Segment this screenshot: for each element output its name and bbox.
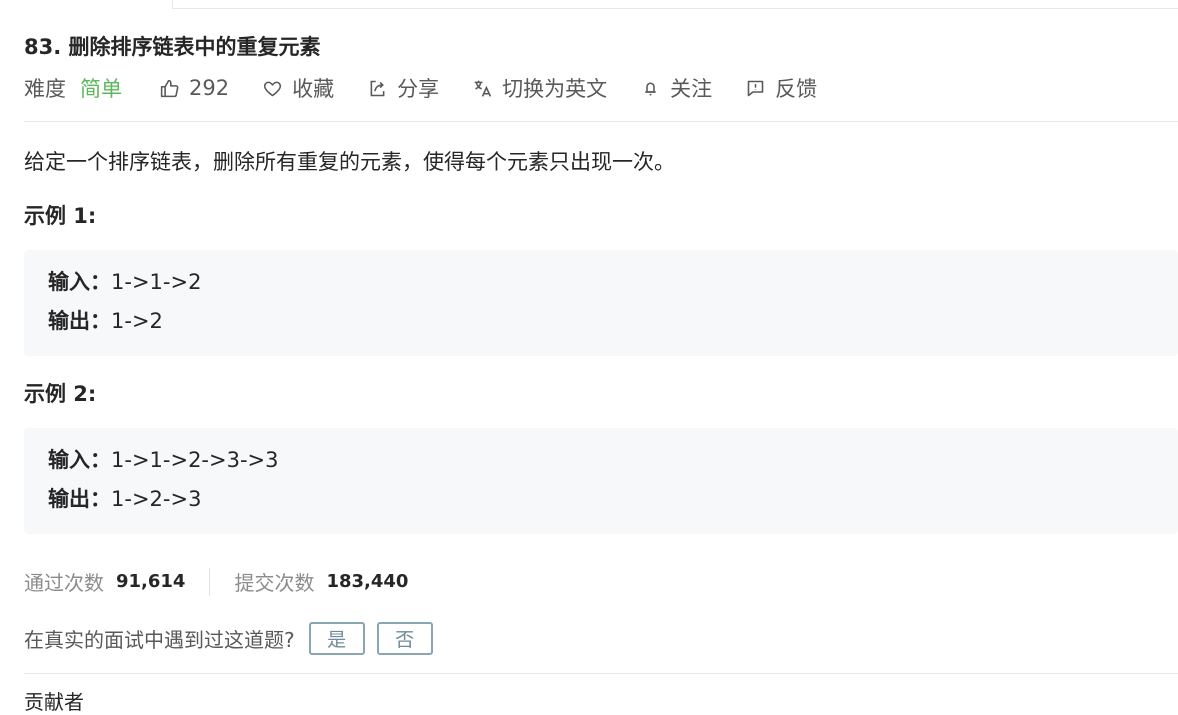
input-label: 输入：	[48, 270, 111, 294]
interview-question-prompt: 在真实的面试中遇到过这道题?	[24, 628, 295, 652]
heart-icon	[264, 81, 282, 96]
interview-question: 在真实的面试中遇到过这道题? 是 否	[24, 622, 433, 655]
feedback-label: 反馈	[775, 77, 818, 101]
difficulty: 难度 简单	[24, 73, 122, 103]
submissions-label: 提交次数	[234, 571, 315, 595]
output-label: 输出：	[48, 309, 111, 333]
example-2-input-line: 输入：1->1->2->3->3	[48, 441, 1154, 480]
header-divider	[24, 121, 1178, 122]
contributors-heading: 贡献者	[24, 690, 84, 714]
example-2-title: 示例 2:	[24, 382, 97, 406]
accepted-label: 通过次数	[24, 571, 104, 595]
no-button[interactable]: 否	[376, 622, 433, 655]
yes-button[interactable]: 是	[308, 622, 365, 655]
problem-meta-bar: 难度 简单 292 收藏 分享 切换为英文 关注 反馈	[24, 72, 850, 104]
footer-divider	[24, 673, 1178, 674]
example-2-output-line: 输出：1->2->3	[48, 480, 1154, 519]
translate-icon	[474, 80, 492, 97]
feedback-button[interactable]: 反馈	[745, 73, 817, 103]
example-2-output: 1->2->3	[111, 487, 202, 511]
example-1-input-line: 输入：1->1->2	[48, 263, 1154, 302]
example-1-output-line: 输出：1->2	[48, 302, 1154, 341]
follow-button[interactable]: 关注	[640, 73, 712, 103]
example-1-title: 示例 1:	[24, 204, 97, 228]
problem-title: 83. 删除排序链表中的重复元素	[24, 35, 321, 59]
submission-stats: 通过次数 91,614 提交次数 183,440	[24, 567, 408, 596]
example-1-output: 1->2	[111, 309, 163, 333]
example-1-input: 1->1->2	[111, 270, 202, 294]
example-2-block: 输入：1->1->2->3->3 输出：1->2->3	[24, 428, 1178, 534]
switch-language-label: 切换为英文	[502, 77, 608, 101]
difficulty-label: 难度	[24, 77, 66, 101]
accepted-count: 91,614	[116, 571, 186, 592]
submissions-count: 183,440	[326, 571, 409, 592]
example-1-block: 输入：1->1->2 输出：1->2	[24, 250, 1178, 356]
input-label: 输入：	[48, 448, 111, 472]
stats-separator	[209, 567, 211, 596]
like-count: 292	[189, 76, 230, 100]
thumbs-up-icon	[160, 79, 179, 97]
output-label: 输出：	[48, 487, 111, 511]
switch-language-button[interactable]: 切换为英文	[472, 73, 607, 103]
share-icon	[370, 80, 385, 96]
favorite-button[interactable]: 收藏	[262, 73, 334, 103]
feedback-icon	[747, 80, 764, 96]
follow-label: 关注	[670, 77, 713, 101]
problem-description: 给定一个排序链表，删除所有重复的元素，使得每个元素只出现一次。	[24, 150, 675, 174]
share-label: 分享	[397, 77, 440, 101]
bell-icon	[645, 81, 656, 95]
favorite-label: 收藏	[292, 77, 335, 101]
top-tabs-border	[172, 0, 1178, 9]
share-button[interactable]: 分享	[367, 73, 439, 103]
difficulty-value: 简单	[80, 77, 122, 101]
example-2-input: 1->1->2->3->3	[111, 448, 279, 472]
like-button[interactable]: 292	[159, 76, 229, 100]
